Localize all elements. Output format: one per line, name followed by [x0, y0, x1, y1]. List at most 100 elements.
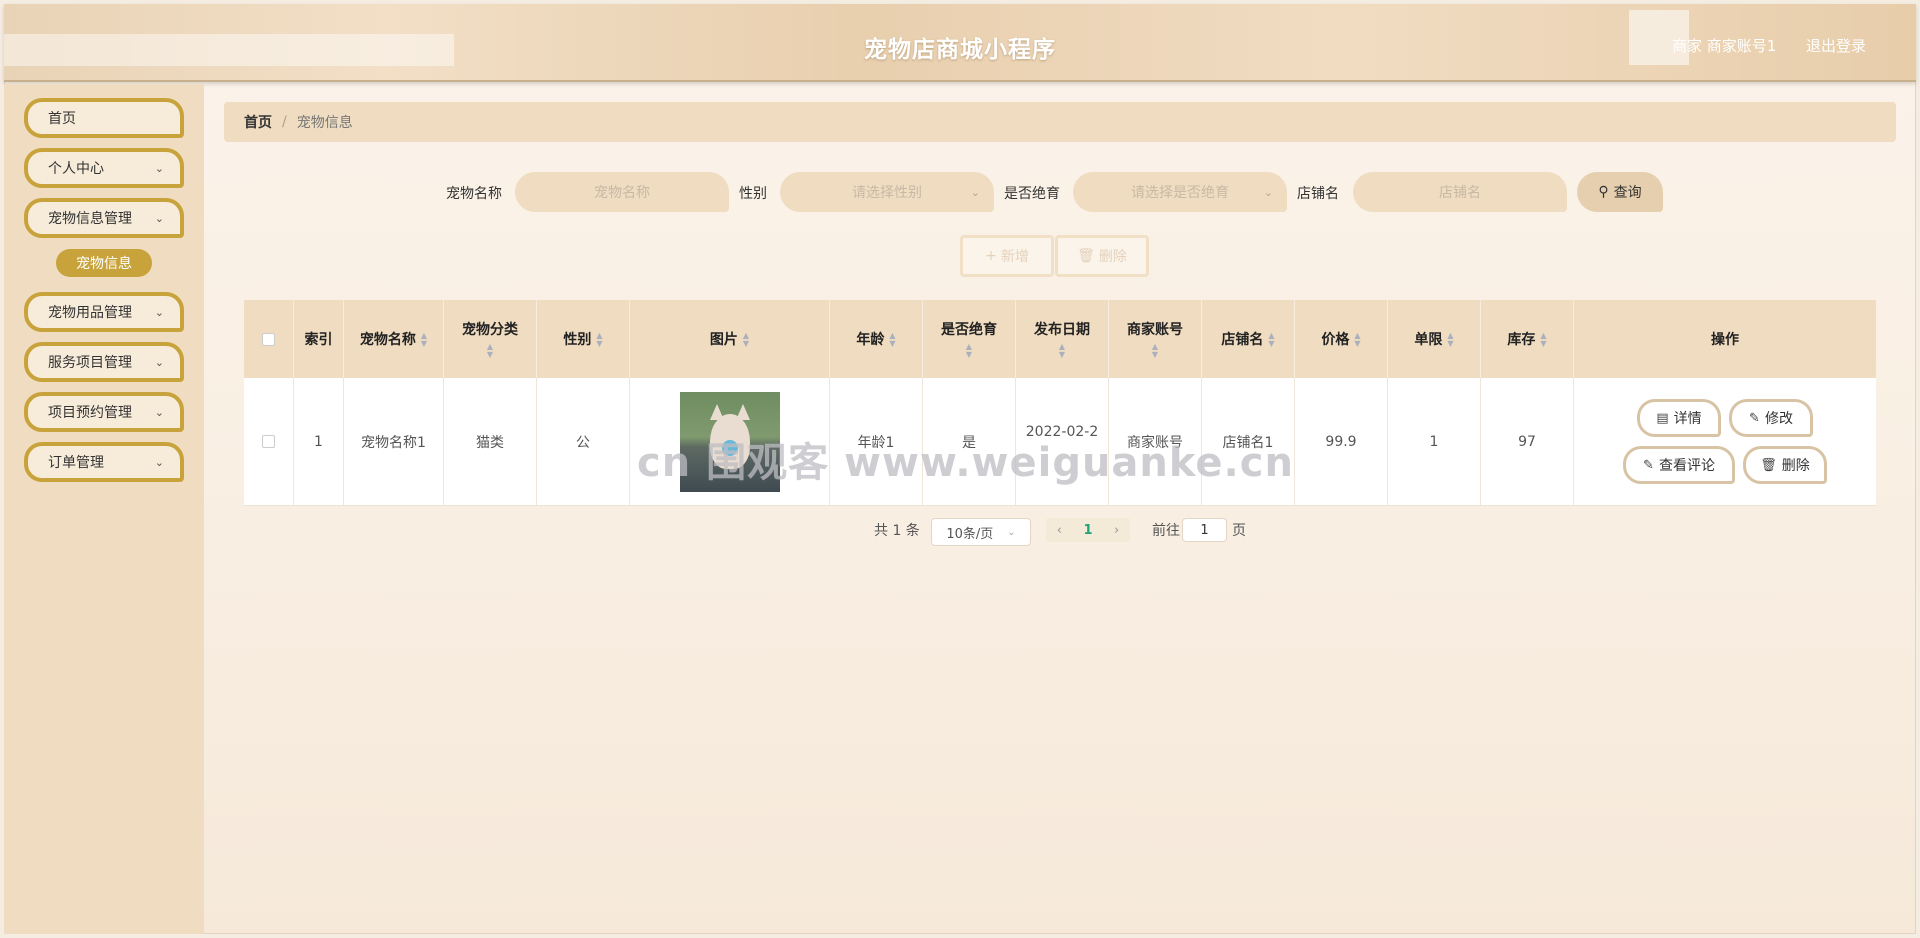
- sterilized-label: 是否绝育: [1004, 186, 1060, 202]
- sterilized-select[interactable]: 请选择是否绝育 ⌄: [1073, 172, 1287, 212]
- header-label: 库存: [1507, 332, 1536, 348]
- prev-page-icon[interactable]: ‹: [1057, 523, 1062, 538]
- pet-name-label: 宠物名称: [446, 186, 502, 202]
- column-header-shop[interactable]: 店铺名 ▲ ▼: [1202, 300, 1295, 378]
- header-label: 年龄: [856, 332, 885, 348]
- query-button-label: 查询: [1613, 185, 1642, 201]
- gender-placeholder: 请选择性别: [852, 185, 922, 201]
- add-button[interactable]: + 新增: [960, 235, 1054, 277]
- trash-icon: 🗑: [1760, 457, 1777, 473]
- select-all-checkbox[interactable]: [262, 332, 275, 346]
- column-header-stock[interactable]: 库存 ▲ ▼: [1481, 300, 1574, 378]
- pencil-icon: ✎: [1643, 457, 1654, 473]
- sidebar-item-label: 宠物信息管理: [48, 211, 132, 227]
- chevron-down-icon: ⌄: [154, 211, 164, 225]
- sort-icon[interactable]: ▲ ▼: [487, 343, 493, 359]
- sort-icon[interactable]: ▲ ▼: [1540, 332, 1546, 348]
- sidebar-item-order-management[interactable]: 订单管理 ⌄: [24, 442, 184, 482]
- pagination-total: 共 1 条: [874, 523, 920, 539]
- submenu-item-pet-info[interactable]: 宠物信息: [56, 249, 152, 277]
- bulk-delete-button[interactable]: 🗑 删除: [1055, 235, 1149, 277]
- cell-index: 1: [294, 378, 344, 505]
- shop-name-placeholder: 店铺名: [1439, 185, 1481, 201]
- cell-ops: ▤ 详情 ✎ 修改 ✎ 查看评论 🗑 删除: [1574, 378, 1876, 505]
- column-header-ops: 操作: [1574, 300, 1876, 378]
- sort-icon[interactable]: ▲ ▼: [743, 332, 749, 348]
- chevron-down-icon: ⌄: [970, 185, 980, 199]
- shop-name-input[interactable]: 店铺名: [1353, 172, 1567, 212]
- detail-button-label: 详情: [1673, 411, 1702, 427]
- edit-button-label: 修改: [1764, 411, 1793, 427]
- page-size-value: 10条/页: [946, 526, 994, 542]
- sidebar-item-label: 订单管理: [48, 455, 104, 471]
- header-label: 操作: [1711, 332, 1739, 348]
- cell-gender: 公: [537, 378, 630, 505]
- pet-name-input[interactable]: 宠物名称: [515, 172, 729, 212]
- page-number-current[interactable]: 1: [1083, 523, 1092, 538]
- chevron-down-icon: ⌄: [154, 305, 164, 319]
- breadcrumb-home[interactable]: 首页: [244, 112, 272, 132]
- page-size-select[interactable]: 10条/页 ⌄: [931, 518, 1031, 546]
- column-header-sterilized[interactable]: 是否绝育 ▲ ▼: [923, 300, 1016, 378]
- column-header-image[interactable]: 图片 ▲ ▼: [630, 300, 830, 378]
- chevron-down-icon: ⌄: [154, 355, 164, 369]
- sidebar-item-personal-center[interactable]: 个人中心 ⌄: [24, 148, 184, 188]
- edit-button[interactable]: ✎ 修改: [1729, 399, 1813, 437]
- sidebar-item-home[interactable]: 首页: [24, 98, 184, 138]
- column-header-gender[interactable]: 性别 ▲ ▼: [537, 300, 630, 378]
- document-icon: ▤: [1656, 410, 1669, 426]
- select-all-cell: [244, 300, 294, 378]
- sort-icon[interactable]: ▲ ▼: [889, 332, 895, 348]
- goto-page-input[interactable]: 1: [1182, 518, 1227, 542]
- table-header: 索引 宠物名称 ▲ ▼ 宠物分类 ▲ ▼ 性别 ▲ ▼ 图片 ▲ ▼ 年龄 ▲ ▼ 是否绝育 ▲ ▼…: [244, 300, 1876, 378]
- sort-icon[interactable]: ▲ ▼: [1447, 332, 1453, 348]
- breadcrumb: 首页 / 宠物信息: [224, 102, 1896, 142]
- column-header-age[interactable]: 年龄 ▲ ▼: [830, 300, 923, 378]
- sidebar-item-label: 个人中心: [48, 161, 104, 177]
- header-label: 发布日期: [1034, 322, 1090, 338]
- sort-icon[interactable]: ▲ ▼: [1268, 332, 1274, 348]
- sidebar-item-pet-info-management[interactable]: 宠物信息管理 ⌄: [24, 198, 184, 238]
- top-header: 宠物店商城小程序 商家 商家账号1 退出登录: [4, 4, 1916, 82]
- chevron-down-icon: ⌄: [1007, 526, 1016, 538]
- column-header-date[interactable]: 发布日期 ▲ ▼: [1016, 300, 1109, 378]
- column-header-limit[interactable]: 单限 ▲ ▼: [1388, 300, 1481, 378]
- header-label: 图片: [709, 332, 738, 348]
- search-icon: ⚲: [1598, 184, 1609, 200]
- sidebar-item-label: 项目预约管理: [48, 405, 132, 421]
- header-label: 性别: [563, 332, 592, 348]
- sort-icon[interactable]: ▲ ▼: [1059, 343, 1065, 359]
- pencil-icon: ✎: [1749, 410, 1760, 426]
- gender-label: 性别: [739, 186, 767, 202]
- column-header-merchant[interactable]: 商家账号 ▲ ▼: [1109, 300, 1202, 378]
- header-label: 店铺名: [1221, 332, 1264, 348]
- sidebar-item-service-management[interactable]: 服务项目管理 ⌄: [24, 342, 184, 382]
- delete-button[interactable]: 🗑 删除: [1743, 446, 1827, 484]
- logout-link[interactable]: 退出登录: [1806, 35, 1866, 56]
- view-comments-button[interactable]: ✎ 查看评论: [1623, 446, 1735, 484]
- column-header-category[interactable]: 宠物分类 ▲ ▼: [444, 300, 537, 378]
- sort-icon[interactable]: ▲ ▼: [596, 332, 602, 348]
- gender-select[interactable]: 请选择性别 ⌄: [780, 172, 994, 212]
- sort-icon[interactable]: ▲ ▼: [1152, 343, 1158, 359]
- trash-icon: 🗑: [1077, 248, 1095, 264]
- cell-category: 猫类: [444, 378, 537, 505]
- detail-button[interactable]: ▤ 详情: [1637, 399, 1721, 437]
- column-header-name[interactable]: 宠物名称 ▲ ▼: [344, 300, 444, 378]
- sidebar: 首页 个人中心 ⌄ 宠物信息管理 ⌄ 宠物信息 宠物用品管理 ⌄ 服务项目管理 …: [4, 84, 204, 934]
- next-page-icon[interactable]: ›: [1114, 523, 1119, 538]
- column-header-price[interactable]: 价格 ▲ ▼: [1295, 300, 1388, 378]
- watermark: cn 围观客 www.weiguanke.cn: [637, 440, 1294, 486]
- row-checkbox[interactable]: [262, 435, 275, 448]
- cell-name: 宠物名称1: [344, 378, 444, 505]
- sidebar-item-appointment-management[interactable]: 项目预约管理 ⌄: [24, 392, 184, 432]
- breadcrumb-separator: /: [282, 114, 287, 130]
- row-select-cell: [244, 378, 294, 505]
- sort-icon[interactable]: ▲ ▼: [421, 332, 427, 348]
- chevron-down-icon: ⌄: [154, 161, 164, 175]
- delete-button-label: 删除: [1098, 249, 1127, 265]
- sidebar-item-pet-supplies-management[interactable]: 宠物用品管理 ⌄: [24, 292, 184, 332]
- sort-icon[interactable]: ▲ ▼: [966, 343, 972, 359]
- query-button[interactable]: ⚲ 查询: [1577, 172, 1663, 212]
- sort-icon[interactable]: ▲ ▼: [1354, 332, 1360, 348]
